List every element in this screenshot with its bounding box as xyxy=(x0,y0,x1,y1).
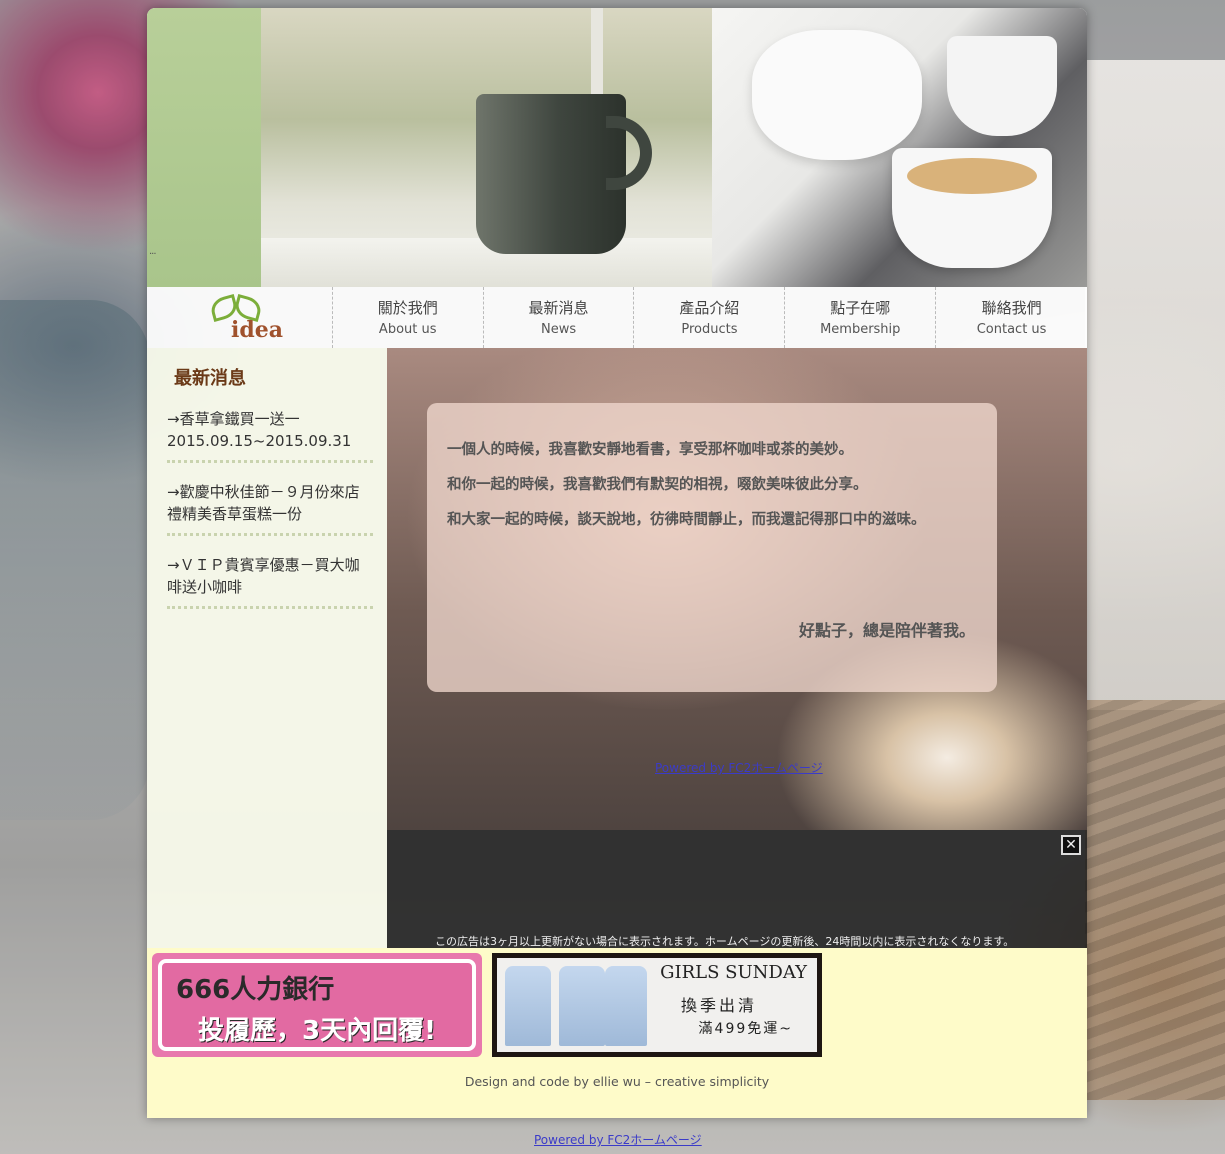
news-sidebar: 最新消息 →香草拿鐵買一送一2015.09.15~2015.09.31 →歡慶中… xyxy=(147,348,387,948)
quote-line: 和大家一起的時候，談天說地，彷彿時間靜止，而我還記得那口中的滋味。 xyxy=(447,512,926,528)
ad-text-line: 換季出清 xyxy=(680,996,757,1015)
nav-label-en: News xyxy=(540,322,577,337)
news-item[interactable]: →香草拿鐵買一送一2015.09.15~2015.09.31 xyxy=(167,408,373,463)
ad-banner-666-title: 666人力銀行 xyxy=(176,975,335,1005)
ad-banner-666-inner: 666人力銀行 投履歷，3天內回覆! xyxy=(158,959,476,1051)
news-item[interactable]: →歡慶中秋佳節－９月份來店禮精美香草蛋糕一份 xyxy=(167,481,373,536)
nav-label-zh: 關於我們 xyxy=(377,299,438,317)
logo-text: idea xyxy=(231,317,283,343)
nav-label-zh: 最新消息 xyxy=(528,299,589,317)
news-item[interactable]: →ＶＩＰ貴賓享優惠－買大咖啡送小咖啡 xyxy=(167,554,373,609)
header-banner: ... xyxy=(147,8,1087,287)
sidebar-title: 最新消息 xyxy=(174,368,246,389)
shirt-image xyxy=(505,966,551,1046)
ad-banner-666[interactable]: 666人力銀行 投履歷，3天內回覆! xyxy=(152,953,482,1057)
ad-brand: GIRLS SUNDAY xyxy=(660,962,807,983)
nav-label-en: About us xyxy=(378,322,437,337)
banner-window-photo xyxy=(261,8,712,287)
nav-item-contact[interactable]: 聯絡我們 Contact us xyxy=(936,287,1087,348)
nav-label-zh: 聯絡我們 xyxy=(981,299,1042,317)
background-decor-left xyxy=(0,300,150,820)
background-decor-book xyxy=(1085,60,1225,710)
nav-label-en: Contact us xyxy=(976,322,1047,337)
shirt-image xyxy=(605,966,647,1046)
nav-label-zh: 點子在哪 xyxy=(830,299,891,317)
shirt-image xyxy=(559,966,605,1046)
nav-label-en: Membership xyxy=(820,322,901,337)
nav-item-about[interactable]: 關於我們 About us xyxy=(333,287,484,348)
banner-tea-photo xyxy=(712,8,1087,287)
main-navigation: idea 關於我們 About us 最新消息 News 產品介紹 Produc… xyxy=(147,287,1087,348)
teapot-image xyxy=(752,30,922,160)
powered-by-link-bottom[interactable]: Powered by FC2ホームページ xyxy=(534,1131,702,1148)
close-icon[interactable]: ✕ xyxy=(1061,835,1081,855)
quote-signature: 好點子，總是陪伴著我。 xyxy=(798,621,975,640)
nav-item-products[interactable]: 產品介紹 Products xyxy=(634,287,786,348)
tea-liquid xyxy=(907,158,1037,194)
ad-text-line: 滿499免運~ xyxy=(698,1021,793,1037)
quote-box: 一個人的時候，我喜歡安靜地看書，享受那杯咖啡或茶的美妙。 和你一起的時候，我喜歡… xyxy=(427,403,997,692)
footer-credit: Design and code by ellie wu – creative s… xyxy=(464,1074,770,1089)
powered-by-link[interactable]: Powered by FC2ホームページ xyxy=(655,759,823,776)
background-decor-wood xyxy=(1085,700,1225,1100)
banner-dots: ... xyxy=(149,246,156,257)
mug-handle xyxy=(606,116,652,190)
nav-label-en: Products xyxy=(681,322,738,337)
footer: 666人力銀行 投履歷，3天內回覆! GIRLS SUNDAY 換季出清 滿49… xyxy=(147,948,1087,1118)
nav-item-news[interactable]: 最新消息 News xyxy=(484,287,635,348)
mug-image xyxy=(476,94,626,254)
ad-overlay: ✕ この広告は3ヶ月以上更新がない場合に表示されます。ホームページの更新後、24… xyxy=(387,830,1087,948)
banner-green-panel xyxy=(147,8,261,287)
site-logo[interactable]: idea xyxy=(147,287,333,348)
ad-banner-girls-sunday[interactable]: GIRLS SUNDAY 換季出清 滿499免運~ xyxy=(492,953,822,1057)
quote-line: 一個人的時候，我喜歡安靜地看書，享受那杯咖啡或茶的美妙。 xyxy=(447,442,853,458)
site-container: ... idea 關於我們 About us 最新消息 News 產品介紹 Pr… xyxy=(147,8,1087,1118)
ad-banner-666-subtitle: 投履歷，3天內回覆! xyxy=(198,1016,436,1046)
teacup-back-image xyxy=(947,36,1057,136)
nav-label-zh: 產品介紹 xyxy=(679,299,740,317)
quote-line: 和你一起的時候，我喜歡我們有默契的相視，啜飲美味彼此分享。 xyxy=(447,477,868,493)
ad-banner-girls-sunday-inner: GIRLS SUNDAY 換季出清 滿499免運~ xyxy=(497,958,817,1052)
main-content: 一個人的時候，我喜歡安靜地看書，享受那杯咖啡或茶的美妙。 和你一起的時候，我喜歡… xyxy=(387,348,1087,830)
ad-notice-text: この広告は3ヶ月以上更新がない場合に表示されます。ホームページの更新後、24時間… xyxy=(435,935,1015,948)
nav-item-membership[interactable]: 點子在哪 Membership xyxy=(785,287,937,348)
